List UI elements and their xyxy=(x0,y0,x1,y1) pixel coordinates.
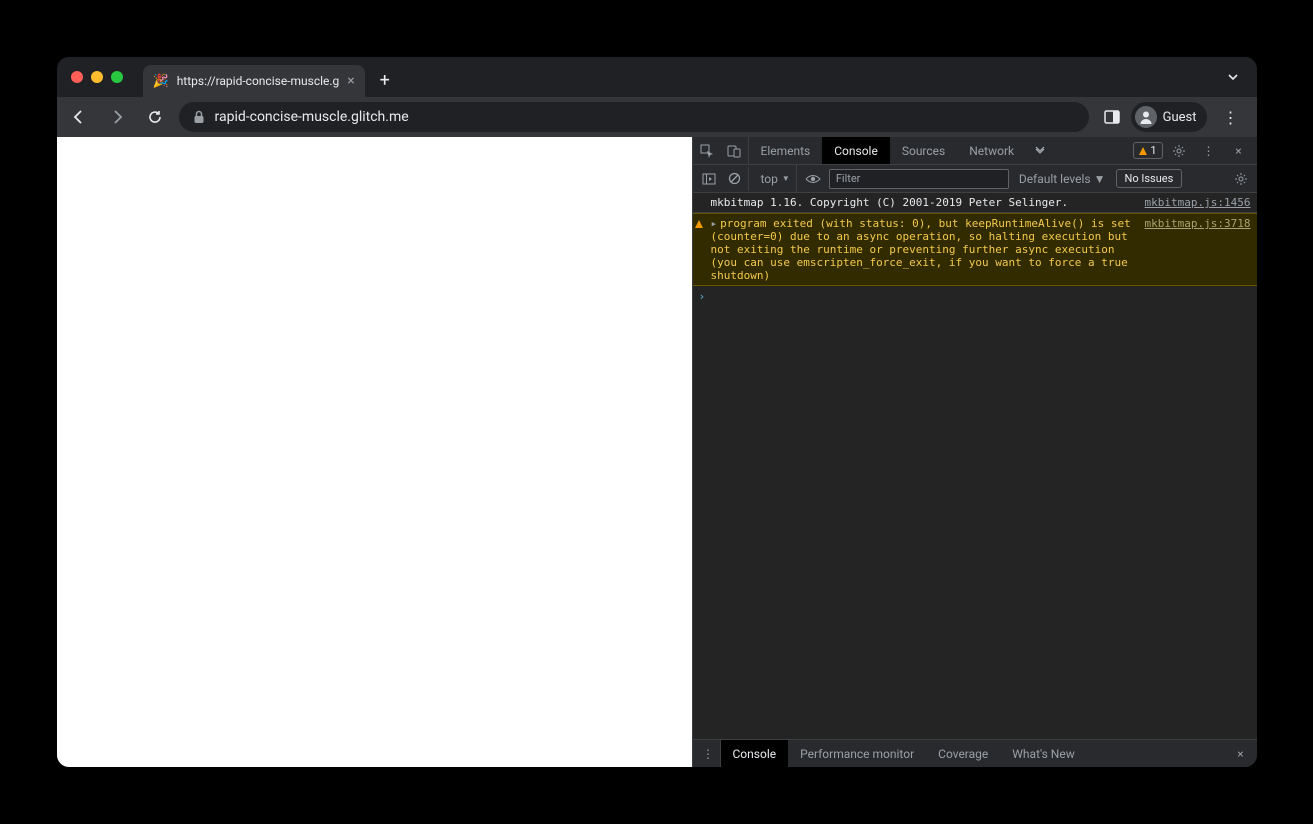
context-label: top xyxy=(761,172,778,186)
profile-button[interactable]: Guest xyxy=(1131,102,1207,132)
inspect-element-icon[interactable] xyxy=(693,137,721,164)
levels-label: Default levels xyxy=(1019,172,1091,186)
dropdown-triangle-icon: ▼ xyxy=(1094,172,1106,186)
log-message: ▸program exited (with status: 0), but ke… xyxy=(711,217,1135,282)
reload-button[interactable] xyxy=(141,103,169,131)
profile-label: Guest xyxy=(1163,110,1197,125)
warnings-badge[interactable]: 1 xyxy=(1133,142,1162,159)
more-tabs-icon[interactable] xyxy=(1026,137,1054,164)
console-toolbar: top ▼ Filter Default levels ▼ No Issues xyxy=(693,165,1257,193)
warning-triangle-icon xyxy=(1139,147,1147,155)
toggle-sidebar-icon[interactable] xyxy=(697,167,721,191)
console-filter-input[interactable]: Filter xyxy=(829,169,1009,189)
log-row-warning[interactable]: ▸program exited (with status: 0), but ke… xyxy=(693,213,1257,286)
toolbar-right: Guest ⋮ xyxy=(1099,102,1249,132)
side-panel-icon[interactable] xyxy=(1103,108,1121,126)
close-window-button[interactable] xyxy=(71,71,83,83)
devtools-close-icon[interactable]: × xyxy=(1225,144,1253,158)
tab-console[interactable]: Console xyxy=(822,137,890,164)
new-tab-button[interactable]: + xyxy=(371,66,399,94)
drawer-tab-performance-monitor[interactable]: Performance monitor xyxy=(788,740,926,767)
tab-sources[interactable]: Sources xyxy=(890,137,957,164)
drawer-tab-console[interactable]: Console xyxy=(721,740,789,767)
tab-favicon: 🎉 xyxy=(153,74,169,89)
execution-context-selector[interactable]: top ▼ xyxy=(755,165,797,192)
console-settings-icon[interactable] xyxy=(1229,167,1253,191)
minimize-window-button[interactable] xyxy=(91,71,103,83)
log-row-info[interactable]: mkbitmap 1.16. Copyright (C) 2001-2019 P… xyxy=(693,193,1257,213)
address-bar[interactable]: rapid-concise-muscle.glitch.me xyxy=(179,102,1089,132)
console-prompt[interactable]: › xyxy=(693,286,1257,307)
chrome-menu-button[interactable]: ⋮ xyxy=(1217,108,1245,127)
drawer-tab-whats-new[interactable]: What's New xyxy=(1000,740,1086,767)
tab-search-button[interactable] xyxy=(1217,71,1249,83)
avatar-icon xyxy=(1135,106,1157,128)
log-source-link[interactable]: mkbitmap.js:3718 xyxy=(1135,217,1251,282)
browser-tab[interactable]: 🎉 https://rapid-concise-muscle.g × xyxy=(143,65,365,97)
devtools-tabstrip: Elements Console Sources Network 1 ⋮ xyxy=(693,137,1257,165)
clear-console-icon[interactable] xyxy=(725,167,749,191)
console-output[interactable]: mkbitmap 1.16. Copyright (C) 2001-2019 P… xyxy=(693,193,1257,739)
log-message: mkbitmap 1.16. Copyright (C) 2001-2019 P… xyxy=(711,196,1135,209)
dropdown-triangle-icon: ▼ xyxy=(782,174,790,183)
warning-triangle-icon xyxy=(695,218,703,231)
live-expression-icon[interactable] xyxy=(801,167,825,191)
tab-strip: 🎉 https://rapid-concise-muscle.g × + xyxy=(57,57,1257,97)
log-levels-selector[interactable]: Default levels ▼ xyxy=(1013,172,1112,186)
browser-toolbar: rapid-concise-muscle.glitch.me Guest ⋮ xyxy=(57,97,1257,137)
devtools-panel: Elements Console Sources Network 1 ⋮ xyxy=(692,137,1257,767)
devtools-menu-icon[interactable]: ⋮ xyxy=(1195,144,1223,158)
devtools-settings-icon[interactable] xyxy=(1165,144,1193,158)
back-button[interactable] xyxy=(65,103,93,131)
url-text: rapid-concise-muscle.glitch.me xyxy=(215,109,409,125)
page-viewport[interactable] xyxy=(57,137,692,767)
tab-network[interactable]: Network xyxy=(957,137,1026,164)
window-controls xyxy=(65,71,131,83)
log-source-link[interactable]: mkbitmap.js:1456 xyxy=(1135,196,1251,209)
maximize-window-button[interactable] xyxy=(111,71,123,83)
forward-button[interactable] xyxy=(103,103,131,131)
issues-button[interactable]: No Issues xyxy=(1116,169,1183,188)
tab-title: https://rapid-concise-muscle.g xyxy=(177,74,340,88)
expand-caret-icon[interactable]: ▸ xyxy=(711,217,718,230)
drawer-menu-icon[interactable]: ⋮ xyxy=(697,740,721,767)
warning-count: 1 xyxy=(1150,144,1156,157)
close-tab-icon[interactable]: × xyxy=(347,73,354,89)
content-area: Elements Console Sources Network 1 ⋮ xyxy=(57,137,1257,767)
drawer-close-icon[interactable]: × xyxy=(1229,747,1253,761)
tab-elements[interactable]: Elements xyxy=(749,137,823,164)
device-toolbar-icon[interactable] xyxy=(721,137,749,164)
devtools-drawer: ⋮ Console Performance monitor Coverage W… xyxy=(693,739,1257,767)
prompt-caret-icon: › xyxy=(699,290,706,303)
drawer-tab-coverage[interactable]: Coverage xyxy=(926,740,1000,767)
lock-icon xyxy=(193,110,205,124)
filter-placeholder: Filter xyxy=(836,172,861,185)
browser-window: 🎉 https://rapid-concise-muscle.g × + rap… xyxy=(57,57,1257,767)
